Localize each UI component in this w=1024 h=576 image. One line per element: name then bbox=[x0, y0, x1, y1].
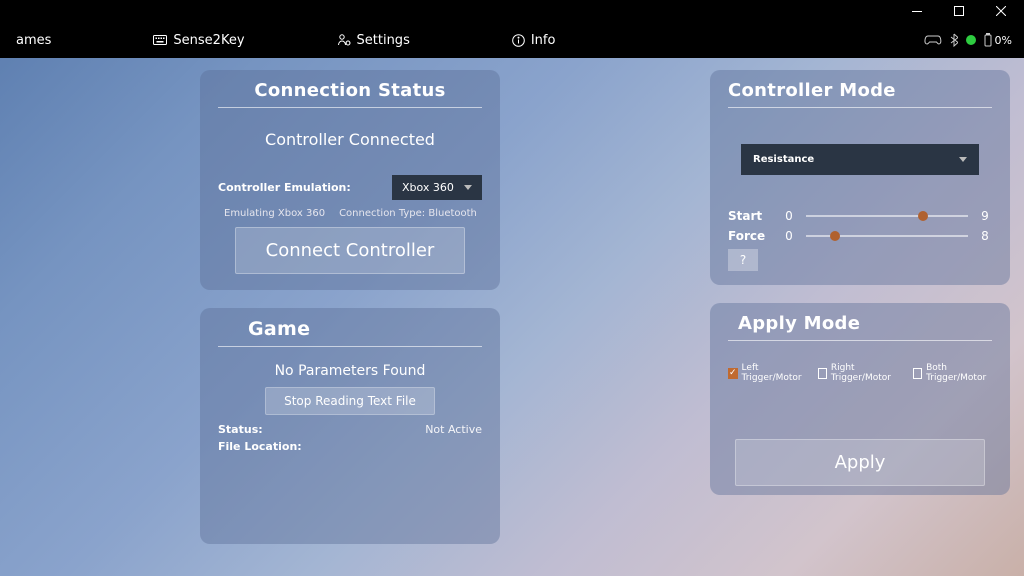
menu-settings[interactable]: Settings bbox=[321, 22, 426, 58]
emulating-text: Emulating Xbox 360 bbox=[224, 208, 325, 219]
battery-icon bbox=[984, 33, 992, 47]
controller-mode-title: Controller Mode bbox=[728, 76, 992, 108]
info-icon bbox=[512, 34, 525, 47]
chevron-down-icon bbox=[464, 185, 472, 190]
check-right-label: Right Trigger/Motor bbox=[831, 363, 899, 383]
slider-force-min: 0 bbox=[782, 229, 796, 243]
minimize-button[interactable] bbox=[896, 0, 938, 22]
slider-force-max: 8 bbox=[978, 229, 992, 243]
menubar: ames Sense2Key Settings Info 0% bbox=[0, 22, 1024, 58]
game-params-text: No Parameters Found bbox=[218, 363, 482, 379]
person-gear-icon bbox=[337, 33, 351, 47]
controller-icon bbox=[924, 34, 942, 46]
slider-force-thumb[interactable] bbox=[830, 231, 840, 241]
apply-mode-card: Apply Mode Left Trigger/Motor Right Trig… bbox=[710, 303, 1010, 495]
apply-button[interactable]: Apply bbox=[735, 439, 985, 486]
game-card: Game No Parameters Found Stop Reading Te… bbox=[200, 308, 500, 544]
game-status-label: Status: bbox=[218, 423, 318, 436]
connection-status-card: Connection Status Controller Connected C… bbox=[200, 70, 500, 290]
menu-games-label: ames bbox=[16, 33, 51, 48]
check-left-trigger[interactable]: Left Trigger/Motor bbox=[728, 363, 804, 383]
slider-start-min: 0 bbox=[782, 209, 796, 223]
slider-start-label: Start bbox=[728, 209, 772, 223]
menu-sense2key-label: Sense2Key bbox=[173, 33, 244, 48]
check-both-label: Both Trigger/Motor bbox=[926, 363, 992, 383]
menu-games[interactable]: ames bbox=[0, 22, 67, 58]
checkbox-icon bbox=[728, 368, 738, 379]
emulation-value: Xbox 360 bbox=[402, 181, 454, 194]
mode-select[interactable]: Resistance bbox=[741, 144, 979, 175]
maximize-button[interactable] bbox=[938, 0, 980, 22]
apply-mode-title: Apply Mode bbox=[728, 309, 992, 341]
help-button[interactable]: ? bbox=[728, 249, 758, 271]
game-status-value: Not Active bbox=[425, 423, 482, 436]
checkbox-icon bbox=[818, 368, 827, 379]
menu-settings-label: Settings bbox=[357, 33, 410, 48]
bluetooth-icon bbox=[950, 33, 958, 47]
controller-mode-card: Controller Mode Resistance Start 0 9 For… bbox=[710, 70, 1010, 285]
slider-start-thumb[interactable] bbox=[918, 211, 928, 221]
check-both-trigger[interactable]: Both Trigger/Motor bbox=[913, 363, 992, 383]
keyboard-icon bbox=[153, 35, 167, 45]
emulation-select[interactable]: Xbox 360 bbox=[392, 175, 482, 200]
window-titlebar bbox=[0, 0, 1024, 22]
menu-sense2key[interactable]: Sense2Key bbox=[137, 22, 260, 58]
slider-force-label: Force bbox=[728, 229, 772, 243]
checkbox-icon bbox=[913, 368, 922, 379]
stop-reading-button[interactable]: Stop Reading Text File bbox=[265, 387, 435, 415]
battery-indicator: 0% bbox=[984, 33, 1012, 47]
close-button[interactable] bbox=[980, 0, 1022, 22]
check-left-label: Left Trigger/Motor bbox=[742, 363, 804, 383]
slider-start-max: 9 bbox=[978, 209, 992, 223]
battery-value: 0% bbox=[995, 34, 1012, 47]
mode-select-value: Resistance bbox=[753, 154, 814, 165]
status-tray: 0% bbox=[924, 33, 1018, 47]
emulation-label: Controller Emulation: bbox=[218, 181, 351, 194]
game-title: Game bbox=[218, 314, 482, 347]
connection-title: Connection Status bbox=[218, 76, 482, 108]
slider-start[interactable] bbox=[806, 215, 968, 217]
connect-controller-button[interactable]: Connect Controller bbox=[235, 227, 465, 274]
file-location-label: File Location: bbox=[218, 440, 318, 453]
menu-info[interactable]: Info bbox=[496, 22, 572, 58]
check-right-trigger[interactable]: Right Trigger/Motor bbox=[818, 363, 899, 383]
status-dot bbox=[966, 35, 976, 45]
connection-status-text: Controller Connected bbox=[218, 130, 482, 149]
slider-force[interactable] bbox=[806, 235, 968, 237]
menu-info-label: Info bbox=[531, 33, 556, 48]
chevron-down-icon bbox=[959, 157, 967, 162]
connection-type-text: Connection Type: Bluetooth bbox=[339, 208, 477, 219]
